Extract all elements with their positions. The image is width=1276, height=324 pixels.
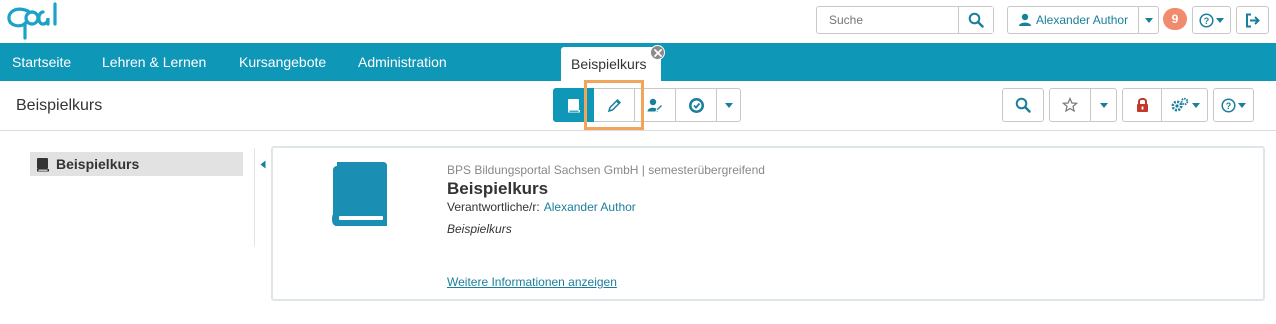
sidebar-item-beispielkurs[interactable]: Beispielkurs [30, 152, 243, 176]
course-tool-group [553, 88, 741, 122]
nav-item-kursangebote[interactable]: Kursangebote [239, 43, 326, 81]
course-view-button[interactable] [553, 88, 594, 122]
settings-group [1122, 88, 1208, 122]
course-book-icon [332, 162, 387, 226]
chevron-left-icon [260, 160, 266, 168]
search-icon [968, 12, 984, 28]
page-title: Beispielkurs [16, 97, 103, 114]
pencil-icon [607, 98, 621, 112]
sidebar-item-label: Beispielkurs [56, 156, 140, 172]
course-info-card: BPS Bildungsportal Sachsen GmbH | semest… [271, 146, 1265, 301]
responsible-label: Verantwortliche/r: [447, 200, 540, 214]
user-menu-button[interactable]: Alexander Author [1007, 6, 1159, 34]
user-name: Alexander Author [1036, 13, 1129, 27]
member-management-button[interactable] [635, 88, 676, 122]
lock-icon [1136, 97, 1148, 112]
chevron-down-icon [724, 102, 733, 108]
certificate-icon [688, 97, 704, 113]
gears-icon [1171, 97, 1188, 112]
collapse-sidebar-button[interactable] [256, 152, 270, 176]
svg-text:?: ? [1226, 101, 1232, 111]
logout-button[interactable] [1236, 6, 1269, 34]
course-help-button[interactable]: ? [1213, 88, 1254, 122]
logout-icon [1246, 13, 1260, 27]
search-input[interactable] [817, 7, 958, 33]
chevron-down-icon [1144, 17, 1153, 23]
svg-text:?: ? [1204, 16, 1210, 26]
bookmark-dropdown[interactable] [1091, 88, 1117, 122]
course-tools-dropdown[interactable] [717, 88, 741, 122]
course-search-button[interactable] [1002, 88, 1044, 122]
user-edit-icon [647, 98, 663, 112]
notification-badge[interactable]: 9 [1163, 8, 1187, 30]
user-menu-dropdown[interactable] [1138, 7, 1158, 33]
search-box [816, 6, 994, 34]
responsible-author-link[interactable]: Alexander Author [544, 200, 636, 214]
bookmark-group [1049, 88, 1117, 122]
chevron-down-icon [1238, 102, 1246, 108]
assessment-button[interactable] [676, 88, 717, 122]
course-lock-button[interactable] [1122, 88, 1162, 122]
user-icon [1019, 13, 1031, 26]
close-tab-button[interactable] [650, 45, 665, 60]
course-editor-button[interactable] [594, 88, 635, 122]
course-description: Beispielkurs [447, 222, 512, 236]
book-icon [37, 157, 49, 171]
course-settings-button[interactable] [1162, 88, 1208, 122]
bookmark-button[interactable] [1049, 88, 1091, 122]
help-icon: ? [1221, 97, 1236, 113]
nav-item-startseite[interactable]: Startseite [12, 43, 71, 81]
search-icon [1015, 97, 1031, 113]
help-menu-button[interactable]: ? [1192, 6, 1231, 34]
top-bar: Alexander Author 9 ? [0, 0, 1276, 43]
main-navigation: Startseite Lehren & Lernen Kursangebote … [0, 43, 1276, 81]
course-toolbar: Beispielkurs ? [0, 81, 1276, 131]
close-icon [653, 48, 662, 57]
help-icon: ? [1199, 12, 1214, 28]
course-title: Beispielkurs [447, 179, 549, 198]
chevron-down-icon [1099, 102, 1108, 108]
chevron-down-icon [1216, 17, 1224, 23]
tab-beispielkurs[interactable]: Beispielkurs [561, 47, 661, 81]
search-button[interactable] [958, 7, 993, 33]
book-icon [567, 98, 580, 112]
chevron-down-icon [1191, 102, 1200, 108]
star-icon [1062, 97, 1078, 113]
more-info-link[interactable]: Weitere Informationen anzeigen [447, 275, 617, 289]
course-provider: BPS Bildungsportal Sachsen GmbH | semest… [447, 163, 765, 177]
opal-logo[interactable] [6, 2, 78, 40]
course-responsible: Verantwortliche/r: Alexander Author [447, 200, 636, 214]
nav-item-lehren-lernen[interactable]: Lehren & Lernen [102, 43, 206, 81]
nav-item-administration[interactable]: Administration [358, 43, 447, 81]
